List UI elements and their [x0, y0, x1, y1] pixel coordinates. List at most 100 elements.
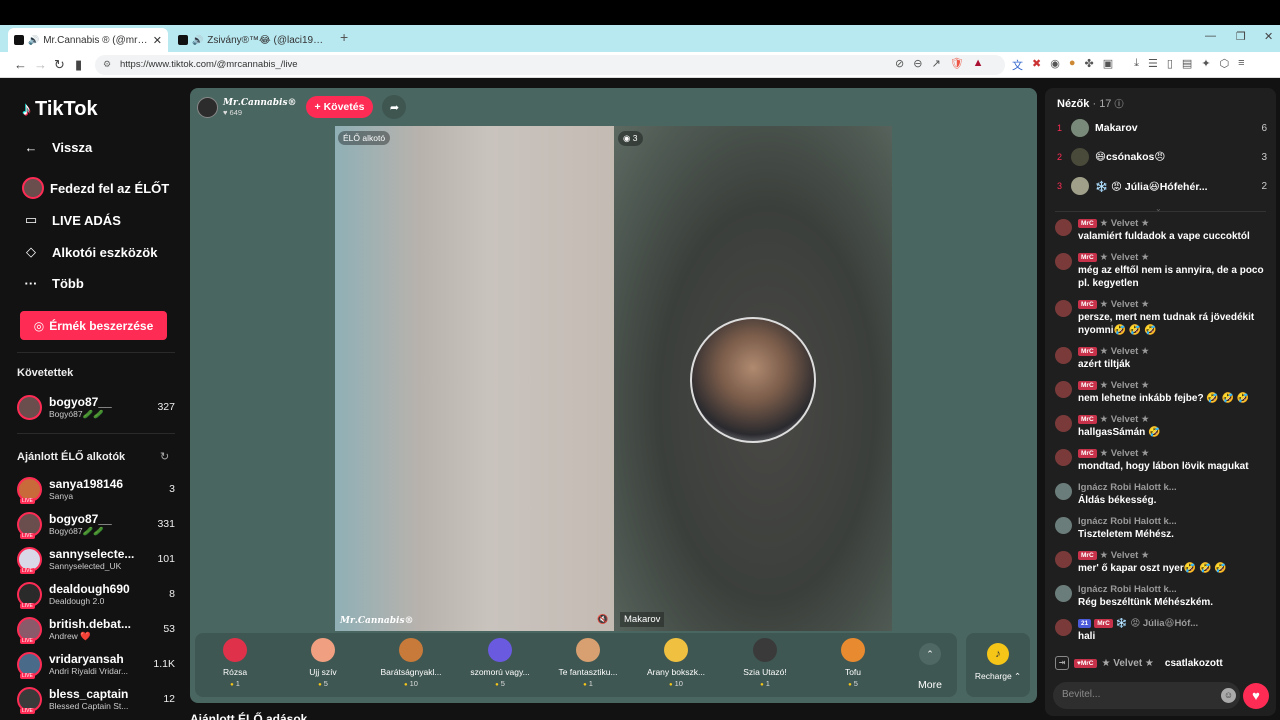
mute-icon[interactable]: 🔇 — [597, 614, 608, 625]
heart-icon[interactable]: ♥ — [1243, 683, 1269, 709]
nav-more[interactable]: ··· Több — [22, 276, 84, 291]
join-user[interactable]: ★ Velvet ★ — [1102, 658, 1154, 669]
bookmark-icon[interactable]: ▮ — [75, 57, 82, 73]
avatar[interactable] — [1055, 619, 1072, 636]
avatar[interactable] — [1055, 415, 1072, 432]
top-viewer[interactable]: 2 😄csónakos😠 3 — [1057, 147, 1267, 167]
extension-circle-icon[interactable]: ◉ — [1050, 57, 1060, 73]
leo-icon[interactable]: ✦ — [1201, 57, 1210, 73]
gift-item[interactable]: Rózsa 1 — [195, 638, 275, 688]
avatar[interactable] — [1055, 253, 1072, 270]
refresh-icon[interactable]: ↻ — [160, 450, 169, 463]
new-tab-icon[interactable]: + — [340, 29, 348, 45]
nav-live-studio[interactable]: ▭ LIVE ADÁS — [22, 212, 121, 228]
nav-back[interactable]: ← Vissza — [22, 140, 93, 155]
site-info-icon[interactable]: ⚙ — [103, 59, 111, 70]
message-user[interactable]: ★ Velvet ★ — [1100, 414, 1150, 425]
chat-input[interactable]: Bevitel... — [1053, 682, 1240, 709]
brave-shield-icon[interactable]: 🛡 — [950, 57, 964, 70]
message-user[interactable]: ★ Velvet ★ — [1100, 550, 1150, 561]
rewards-icon[interactable]: ▲ — [973, 57, 984, 70]
back-icon[interactable]: ← — [14, 57, 27, 72]
avatar[interactable] — [1055, 585, 1072, 602]
following-account[interactable]: bogyo87__ Bogyó87🥒🥒 327 — [17, 392, 175, 422]
close-icon[interactable]: ✕ — [153, 34, 162, 47]
gift-item[interactable]: Ujj szív 5 — [283, 638, 363, 688]
host-likes: ♥ 649 — [223, 107, 243, 117]
translate-icon[interactable]: 文 — [1012, 57, 1023, 73]
avatar[interactable] — [1055, 551, 1072, 568]
info-icon[interactable]: ⓘ — [1115, 99, 1124, 109]
recharge-button[interactable]: ♪ Recharge ⌃ — [966, 633, 1030, 697]
extension-color-icon[interactable]: ● — [1069, 57, 1076, 73]
gift-item[interactable]: Barátságnyakl... 10 — [371, 638, 451, 688]
nav-explore-live[interactable]: Fedezd fel az ÉLŐT — [22, 177, 169, 199]
browser-tab[interactable]: 🔊 Zsivány®™😂 (@laci1918) ÉLŐ ... — [172, 28, 332, 52]
avatar[interactable] — [1055, 300, 1072, 317]
nav-creator-tools[interactable]: ◇ Alkotói eszközök — [22, 244, 157, 260]
host-name[interactable]: 𝑴𝒓.𝑪𝒂𝒏𝒏𝒂𝒃𝒊𝒔® — [223, 98, 297, 108]
no-camera-icon[interactable]: ⊘ — [895, 57, 904, 70]
recommended-account[interactable]: LIVE vridaryansah Andri Riyaldi Vridar... 1… — [17, 649, 175, 679]
reload-icon[interactable]: ↻ — [54, 57, 65, 73]
video-left[interactable] — [335, 126, 614, 631]
avatar[interactable] — [1055, 449, 1072, 466]
message-user[interactable]: ★ Velvet ★ — [1100, 218, 1150, 229]
share-icon[interactable]: ↗ — [931, 57, 940, 70]
message-user[interactable]: ❄️ 😡 Júlia😆Hóf... — [1116, 618, 1198, 629]
download-icon[interactable]: ⤓ — [1134, 57, 1139, 73]
gift-item[interactable]: Arany bokszk... 10 — [636, 638, 716, 688]
screenshot-icon[interactable]: ▣ — [1103, 57, 1113, 73]
message-user[interactable]: Ignácz Robi Halott k... — [1078, 584, 1177, 595]
message-user[interactable]: ★ Velvet ★ — [1100, 346, 1150, 357]
gift-item[interactable]: Szia Utazó! 1 — [725, 638, 805, 688]
message-user[interactable]: Ignácz Robi Halott k... — [1078, 516, 1177, 527]
extensions-puzzle-icon[interactable]: ✤ — [1084, 57, 1093, 73]
reading-list-icon[interactable]: ☰ — [1148, 57, 1158, 73]
avatar[interactable] — [1055, 381, 1072, 398]
menu-icon[interactable]: ≡ — [1238, 57, 1244, 73]
avatar[interactable] — [1055, 517, 1072, 534]
tiktok-logo[interactable]: ♪ TikTok — [22, 98, 98, 121]
restore-icon[interactable]: ❐ — [1236, 30, 1246, 43]
follow-button[interactable]: + Követés — [305, 96, 374, 118]
share-icon[interactable]: ➦ — [382, 95, 407, 119]
message-user[interactable]: ★ Velvet ★ — [1100, 448, 1150, 459]
recommended-account[interactable]: LIVE dealdough690 Dealdough 2.0 8 — [17, 579, 175, 609]
message-user[interactable]: Ignácz Robi Halott k... — [1078, 482, 1177, 493]
message-user[interactable]: ★ Velvet ★ — [1100, 252, 1150, 263]
forward-icon[interactable]: → — [34, 57, 47, 72]
vpn-icon[interactable]: ⬡ — [1220, 57, 1230, 73]
viewers-count: · 17 — [1092, 98, 1112, 110]
gift-item[interactable]: Te fantasztiku... 1 — [548, 638, 628, 688]
browser-tab-active[interactable]: 🔊 Mr.Cannabis ® (@mrcan... ✕ — [8, 28, 168, 52]
top-viewer[interactable]: 3 ❄️ 😡 Júlia😆Hófehér... 2 — [1057, 176, 1267, 196]
tab-title: Mr.Cannabis ® (@mrcan... — [43, 34, 149, 46]
close-window-icon[interactable]: ✕ — [1264, 30, 1273, 43]
message-user[interactable]: ★ Velvet ★ — [1100, 380, 1150, 391]
minimize-icon[interactable]: — — [1205, 30, 1216, 42]
gift-item[interactable]: Tofu 5 — [813, 638, 893, 688]
address-bar[interactable]: ⚙ https://www.tiktok.com/@mrcannabis_/li… — [95, 55, 1005, 75]
avatar[interactable] — [1055, 219, 1072, 236]
message-header: Ignácz Robi Halott k... — [1078, 516, 1267, 527]
host-avatar[interactable] — [197, 96, 218, 118]
zoom-icon[interactable]: ⊖ — [913, 57, 922, 70]
wallet-icon[interactable]: ▤ — [1182, 57, 1192, 73]
message-user[interactable]: ★ Velvet ★ — [1100, 299, 1150, 310]
avatar[interactable] — [1055, 347, 1072, 364]
recommended-account[interactable]: LIVE sanya198146 Sanya 3 — [17, 474, 175, 504]
avatar[interactable] — [1055, 483, 1072, 500]
extension-x-icon[interactable]: ✖ — [1032, 57, 1041, 73]
recommended-account[interactable]: LIVE bless_captain Blessed Captain St... 12 — [17, 684, 175, 714]
recommended-account[interactable]: LIVE bogyo87__ Bogyó87🥒🥒 331 — [17, 509, 175, 539]
get-coins-button[interactable]: ◎ Érmék beszerzése — [20, 311, 167, 340]
top-viewer[interactable]: 1 Makarov 6 — [1057, 118, 1267, 138]
gift-item[interactable]: szomorú vagy... 5 — [460, 638, 540, 688]
recommended-account[interactable]: LIVE british.debat... Andrew ❤️ 53 — [17, 614, 175, 644]
sidebar-icon[interactable]: ▯ — [1167, 57, 1173, 73]
emoji-icon[interactable]: ☺ — [1221, 688, 1236, 703]
gift-icon — [223, 638, 247, 662]
more-gifts-button[interactable]: ⌃ More — [915, 643, 945, 691]
recommended-account[interactable]: LIVE sannyselecte... Sannyselected_UK 101 — [17, 544, 175, 574]
